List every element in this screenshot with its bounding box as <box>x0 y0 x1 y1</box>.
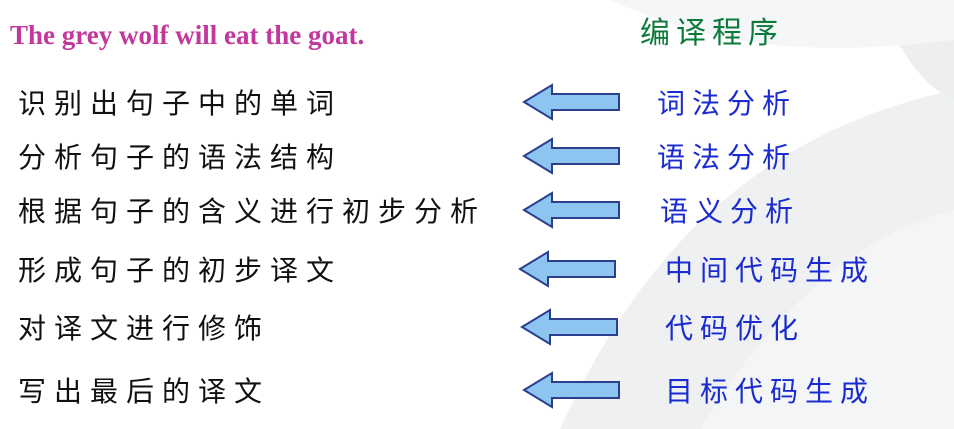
example-sentence: The grey wolf will eat the goat. <box>10 20 365 50</box>
compiler-phase-6: 目标代码生成 <box>665 375 876 408</box>
compiler-phase-2: 语法分析 <box>657 141 798 174</box>
translation-step-4: 形成句子的初步译文 <box>18 254 343 287</box>
translation-step-6: 写出最后的译文 <box>18 375 271 408</box>
compiler-heading: 编译程序 <box>640 16 784 51</box>
left-arrow-icon <box>522 83 620 121</box>
translation-step-2: 分析句子的语法结构 <box>18 141 343 174</box>
compiler-phase-1: 词法分析 <box>657 87 798 120</box>
slide: The grey wolf will eat the goat. 编译程序 识别… <box>0 0 954 429</box>
left-arrow-icon <box>522 371 620 409</box>
translation-step-3: 根据句子的含义进行初步分析 <box>18 195 487 228</box>
compiler-phase-4: 中间代码生成 <box>665 254 876 287</box>
compiler-phase-3: 语义分析 <box>660 195 801 228</box>
translation-step-5: 对译文进行修饰 <box>18 312 271 345</box>
compiler-phase-5: 代码优化 <box>665 312 806 345</box>
translation-step-1: 识别出句子中的单词 <box>18 87 343 120</box>
left-arrow-icon <box>522 191 620 229</box>
left-arrow-icon <box>520 308 618 346</box>
left-arrow-icon <box>518 250 616 288</box>
left-arrow-icon <box>522 137 620 175</box>
